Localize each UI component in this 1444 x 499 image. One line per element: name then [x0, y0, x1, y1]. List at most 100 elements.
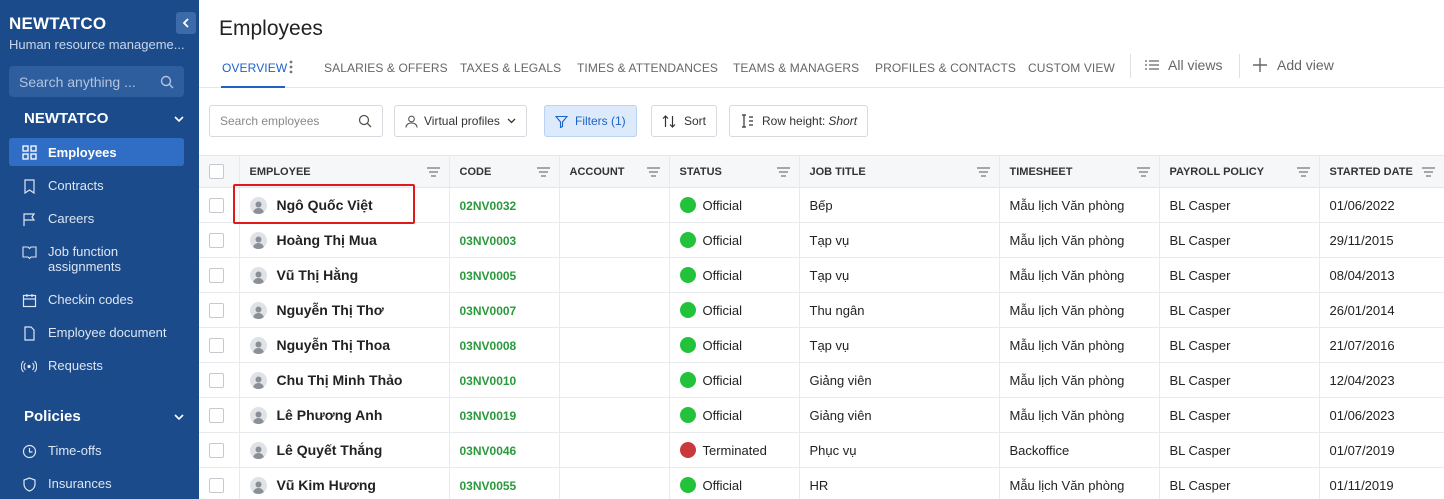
group-newtatco[interactable]: NEWTATCO [24, 110, 184, 127]
employee-name[interactable]: Lê Quyết Thắng [277, 442, 383, 458]
flag-icon [21, 211, 37, 227]
column-menu-icon[interactable] [776, 167, 790, 177]
employee-name[interactable]: Hoàng Thị Mua [277, 232, 377, 248]
select-all-checkbox[interactable] [209, 164, 224, 179]
column-header-job-title[interactable]: JOB TITLE [799, 155, 1000, 188]
sidebar-item-time-offs[interactable]: Time-offs [9, 443, 184, 459]
column-header-code[interactable]: CODE [449, 155, 560, 188]
tab-taxes-legals[interactable]: TAXES & LEGALS [460, 61, 561, 75]
sidebar-item-label: Job function assignments [48, 244, 121, 274]
sidebar-item-requests[interactable]: Requests [9, 358, 184, 374]
row-checkbox[interactable] [209, 478, 224, 494]
column-header-account[interactable]: ACCOUNT [559, 155, 670, 188]
employee-name[interactable]: Chu Thị Minh Thảo [277, 372, 403, 388]
column-menu-icon[interactable] [1136, 167, 1150, 177]
column-header-started-date[interactable]: STARTED DATE [1319, 155, 1444, 188]
column-header-payroll-policy[interactable]: PAYROLL POLICY [1159, 155, 1320, 188]
employee-cell[interactable]: Hoàng Thị Mua [239, 222, 450, 258]
code-cell: 03NV0010 [449, 362, 560, 398]
row-checkbox[interactable] [209, 303, 224, 319]
column-menu-icon[interactable] [426, 167, 440, 177]
avatar [249, 371, 267, 389]
row-checkbox[interactable] [209, 233, 224, 249]
employee-name[interactable]: Lê Phương Anh [277, 407, 383, 423]
sidebar-item-employees[interactable]: Employees [9, 138, 184, 166]
tab-salaries-offers[interactable]: SALARIES & OFFERS [324, 61, 448, 75]
sidebar-item-insurances[interactable]: Insurances [9, 476, 184, 492]
table-row[interactable]: Chu Thị Minh Thảo 03NV0010 Official Giản… [199, 362, 1444, 398]
chevron-down-icon [507, 118, 516, 124]
employee-name[interactable]: Vũ Kim Hương [277, 477, 376, 493]
avatar [249, 196, 267, 214]
filters-button[interactable]: Filters (1) [544, 105, 637, 137]
sidebar-search[interactable]: Search anything ... [9, 66, 184, 97]
table-row[interactable]: Hoàng Thị Mua 03NV0003 Official Tạp vụ M… [199, 222, 1444, 258]
row-checkbox[interactable] [209, 338, 224, 354]
tab-times-attendances[interactable]: TIMES & ATTENDANCES [577, 61, 718, 75]
payroll-policy-cell: BL Casper [1159, 397, 1320, 433]
row-checkbox[interactable] [209, 198, 224, 214]
column-header-timesheet[interactable]: TIMESHEET [999, 155, 1160, 188]
sort-button[interactable]: Sort [651, 105, 718, 137]
employee-search-input[interactable]: Search employees [209, 105, 383, 137]
avatar [249, 336, 267, 354]
employee-code: 03NV0019 [459, 408, 517, 423]
sidebar-item-contracts[interactable]: Contracts [9, 178, 184, 194]
column-menu-icon[interactable] [976, 167, 990, 177]
employee-cell[interactable]: Vũ Thị Hằng [239, 257, 450, 293]
table-row[interactable]: Nguyễn Thị Thơ 03NV0007 Official Thu ngâ… [199, 292, 1444, 328]
column-menu-icon[interactable] [1296, 167, 1310, 177]
tab-profiles-contacts[interactable]: PROFILES & CONTACTS [875, 61, 1016, 75]
row-checkbox[interactable] [209, 373, 224, 389]
employee-name[interactable]: Nguyễn Thị Thơ [277, 302, 384, 318]
table-row[interactable]: Lê Phương Anh 03NV0019 Official Giảng vi… [199, 397, 1444, 433]
group-policies[interactable]: Policies [24, 408, 184, 425]
employee-name[interactable]: Nguyễn Thị Thoa [277, 337, 391, 353]
row-checkbox[interactable] [209, 408, 224, 424]
employee-cell[interactable]: Chu Thị Minh Thảo [239, 362, 450, 398]
employee-cell[interactable]: Nguyễn Thị Thơ [239, 292, 450, 328]
sidebar-item-checkin-codes[interactable]: Checkin codes [9, 292, 184, 308]
tab-custom-view[interactable]: CUSTOM VIEW [1028, 61, 1115, 75]
table-row[interactable]: Lê Quyết Thắng 03NV0046 Terminated Phục … [199, 432, 1444, 468]
employee-cell[interactable]: Ngô Quốc Việt [239, 187, 450, 223]
column-header-employee[interactable]: EMPLOYEE [239, 155, 450, 188]
more-vertical-icon[interactable] [289, 60, 293, 74]
table-row[interactable]: Vũ Kim Hương 03NV0055 Official HR Mẫu lị… [199, 467, 1444, 499]
row-checkbox[interactable] [209, 443, 224, 459]
payroll-policy-cell: BL Casper [1159, 362, 1320, 398]
account-cell [559, 187, 670, 223]
column-menu-icon[interactable] [1421, 167, 1435, 177]
employee-cell[interactable]: Lê Phương Anh [239, 397, 450, 433]
row-checkbox[interactable] [209, 268, 224, 284]
status-label: Official [702, 232, 743, 248]
employee-name[interactable]: Vũ Thị Hằng [277, 267, 359, 283]
account-cell [559, 222, 670, 258]
employee-cell[interactable]: Lê Quyết Thắng [239, 432, 450, 468]
timesheet-cell: Mẫu lịch Văn phòng [999, 327, 1160, 363]
collapse-sidebar-button[interactable] [176, 12, 196, 34]
table-row[interactable]: Ngô Quốc Việt 02NV0032 Official Bếp Mẫu … [199, 187, 1444, 223]
add-view-button[interactable]: Add view [1253, 57, 1334, 73]
avatar [249, 301, 267, 319]
sidebar-item-careers[interactable]: Careers [9, 211, 184, 227]
column-menu-icon[interactable] [536, 167, 550, 177]
tab-overview[interactable]: OVERVIEW [222, 61, 287, 75]
employee-cell[interactable]: Vũ Kim Hương [239, 467, 450, 499]
tab-divider [1239, 54, 1240, 78]
job-title-cell: Giảng viên [799, 397, 1000, 433]
tab-teams-managers[interactable]: TEAMS & MANAGERS [733, 61, 859, 75]
table-row[interactable]: Vũ Thị Hằng 03NV0005 Official Tạp vụ Mẫu… [199, 257, 1444, 293]
all-views-button[interactable]: All views [1145, 57, 1222, 73]
sidebar-item-job-function-assignments[interactable]: Job function assignments [9, 244, 184, 274]
virtual-profiles-dropdown[interactable]: Virtual profiles [394, 105, 527, 137]
column-menu-icon[interactable] [646, 167, 660, 177]
sidebar-item-employee-document[interactable]: Employee document [9, 325, 184, 341]
employee-code: 03NV0003 [459, 233, 517, 248]
row-select-cell [199, 257, 240, 293]
row-height-button[interactable]: Row height: Short [729, 105, 869, 137]
employee-cell[interactable]: Nguyễn Thị Thoa [239, 327, 450, 363]
employee-name[interactable]: Ngô Quốc Việt [277, 197, 373, 213]
table-row[interactable]: Nguyễn Thị Thoa 03NV0008 Official Tạp vụ… [199, 327, 1444, 363]
column-header-status[interactable]: STATUS [669, 155, 800, 188]
